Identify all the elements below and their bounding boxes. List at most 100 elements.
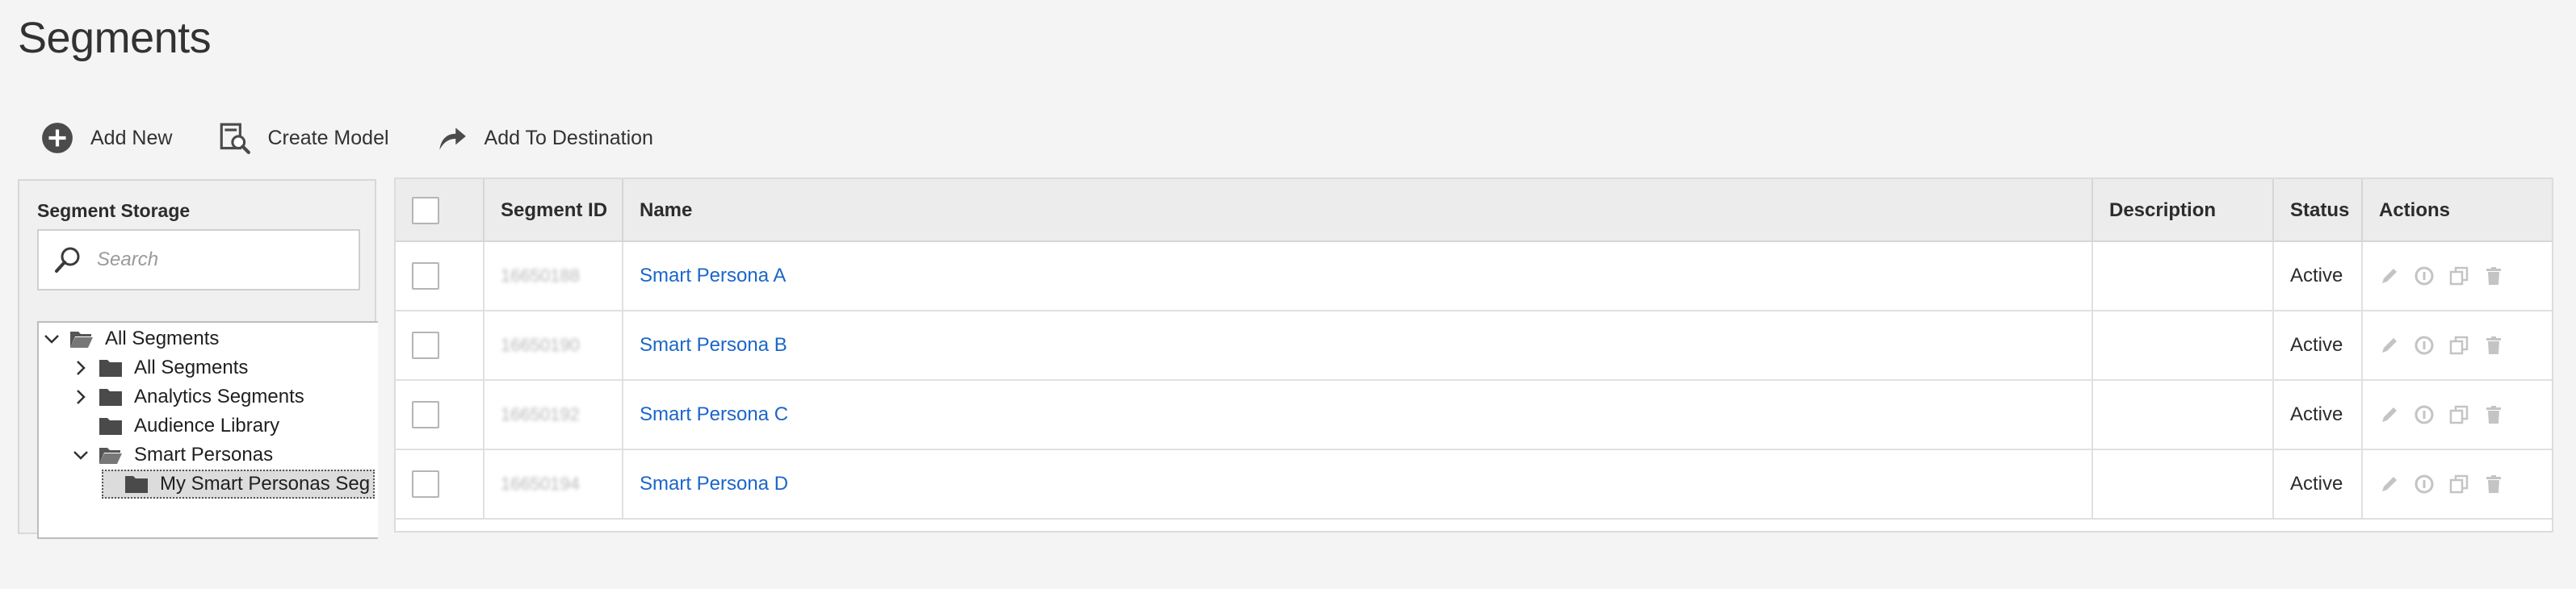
tree-item-audience-library[interactable]: Audience Library <box>99 411 279 441</box>
actions-cell <box>2363 450 2553 518</box>
folder-open-icon <box>70 332 93 348</box>
segment-id: 16650192 <box>501 404 580 424</box>
row-checkbox[interactable] <box>412 470 439 498</box>
chevron-right-icon[interactable] <box>71 387 90 407</box>
table-header: Segment ID Name Description Status Actio… <box>396 179 2552 242</box>
copy-icon[interactable] <box>2448 335 2469 356</box>
folder-icon <box>99 418 122 435</box>
segment-id-cell: 16650188 <box>485 242 623 310</box>
edit-icon[interactable] <box>2379 265 2400 286</box>
add-new-button[interactable]: Add New <box>40 118 172 158</box>
segments-table: Segment ID Name Description Status Actio… <box>394 178 2553 533</box>
segment-id-cell: 16650192 <box>485 381 623 449</box>
table-row: 16650194 Smart Persona D Active <box>396 450 2552 520</box>
status-cell: Active <box>2274 450 2363 518</box>
copy-icon[interactable] <box>2448 265 2469 286</box>
tree-item-label: My Smart Personas Seg <box>160 473 371 495</box>
segment-id-cell: 16650194 <box>485 450 623 518</box>
tree-item-my-smart-personas-seg[interactable]: My Smart Personas Seg <box>102 470 375 499</box>
info-icon[interactable] <box>2414 335 2435 356</box>
row-select-cell <box>396 242 485 310</box>
folder-tree: All Segments All Segments Analytics Segm… <box>37 321 378 539</box>
tree-item-smart-personas[interactable]: Smart Personas <box>71 441 273 470</box>
segment-name-link[interactable]: Smart Persona A <box>640 265 786 287</box>
select-all-checkbox[interactable] <box>412 197 439 224</box>
segment-name-link[interactable]: Smart Persona B <box>640 334 787 357</box>
tree-item-label: All Segments <box>105 328 220 349</box>
table-row: 16650188 Smart Persona A Active <box>396 242 2552 311</box>
segment-id-cell: 16650190 <box>485 311 623 379</box>
tree-item-label: Smart Personas <box>134 444 274 466</box>
row-select-cell <box>396 311 485 379</box>
chevron-down-icon[interactable] <box>42 329 61 349</box>
status-cell: Active <box>2274 242 2363 310</box>
info-icon[interactable] <box>2414 265 2435 286</box>
column-header-description[interactable]: Description <box>2093 179 2274 242</box>
info-icon[interactable] <box>2414 404 2435 425</box>
chevron-right-icon[interactable] <box>71 358 90 378</box>
segment-storage-title: Segment Storage <box>37 200 191 221</box>
name-cell: Smart Persona A <box>623 242 2093 310</box>
folder-icon <box>125 476 148 493</box>
tree-item-all-segments[interactable]: All Segments <box>71 353 248 382</box>
share-arrow-icon <box>438 127 466 150</box>
table-row-partial <box>396 520 2552 589</box>
folder-open-icon <box>99 448 122 464</box>
create-model-button[interactable]: Create Model <box>217 118 389 158</box>
description-cell <box>2093 311 2274 379</box>
row-select-cell <box>396 450 485 518</box>
search-box[interactable] <box>37 229 360 290</box>
row-select-cell <box>396 381 485 449</box>
delete-icon[interactable] <box>2483 404 2504 425</box>
tree-item-analytics-segments[interactable]: Analytics Segments <box>71 382 304 411</box>
segment-name-link[interactable]: Smart Persona C <box>640 403 788 426</box>
table-row: 16650190 Smart Persona B Active <box>396 311 2552 381</box>
row-checkbox[interactable] <box>412 332 439 359</box>
description-cell <box>2093 381 2274 449</box>
delete-icon[interactable] <box>2483 335 2504 356</box>
edit-icon[interactable] <box>2379 404 2400 425</box>
toolbar: Add New Create Model Add To Destination <box>40 118 699 158</box>
description-cell <box>2093 450 2274 518</box>
delete-icon[interactable] <box>2483 474 2504 495</box>
column-header-status[interactable]: Status <box>2274 179 2363 242</box>
create-model-label: Create Model <box>267 126 389 149</box>
segment-name-link[interactable]: Smart Persona D <box>640 473 788 495</box>
info-icon[interactable] <box>2414 474 2435 495</box>
name-cell: Smart Persona D <box>623 450 2093 518</box>
segment-storage-panel: Segment Storage All Segments All Segment… <box>18 179 378 539</box>
tree-item-label: All Segments <box>134 357 249 378</box>
edit-icon[interactable] <box>2379 474 2400 495</box>
actions-cell <box>2363 381 2553 449</box>
add-to-destination-button[interactable]: Add To Destination <box>434 118 653 158</box>
edit-icon[interactable] <box>2379 335 2400 356</box>
folder-icon <box>99 360 122 377</box>
name-cell: Smart Persona C <box>623 381 2093 449</box>
column-header-name[interactable]: Name <box>623 179 2093 242</box>
name-cell: Smart Persona B <box>623 311 2093 379</box>
row-checkbox[interactable] <box>412 262 439 290</box>
actions-cell <box>2363 311 2553 379</box>
copy-icon[interactable] <box>2448 474 2469 495</box>
segment-id: 16650190 <box>501 335 580 355</box>
add-new-label: Add New <box>90 126 173 149</box>
column-header-actions: Actions <box>2379 199 2451 221</box>
column-header-segment-id[interactable]: Segment ID <box>485 179 623 242</box>
search-input[interactable] <box>97 249 339 271</box>
status-cell: Active <box>2274 381 2363 449</box>
table-row: 16650192 Smart Persona C Active <box>396 381 2552 450</box>
tree-item-label: Audience Library <box>134 415 280 437</box>
segment-id: 16650194 <box>501 474 580 494</box>
folder-icon <box>99 389 122 406</box>
chevron-down-icon[interactable] <box>71 445 90 465</box>
copy-icon[interactable] <box>2448 404 2469 425</box>
status-cell: Active <box>2274 311 2363 379</box>
model-search-icon <box>220 123 251 154</box>
delete-icon[interactable] <box>2483 265 2504 286</box>
plus-circle-icon <box>42 123 73 153</box>
select-all-cell <box>396 179 485 242</box>
row-checkbox[interactable] <box>412 401 439 428</box>
tree-item-all-segments-root[interactable]: All Segments <box>42 324 219 353</box>
tree-item-label: Analytics Segments <box>134 386 304 407</box>
actions-cell <box>2363 242 2553 310</box>
